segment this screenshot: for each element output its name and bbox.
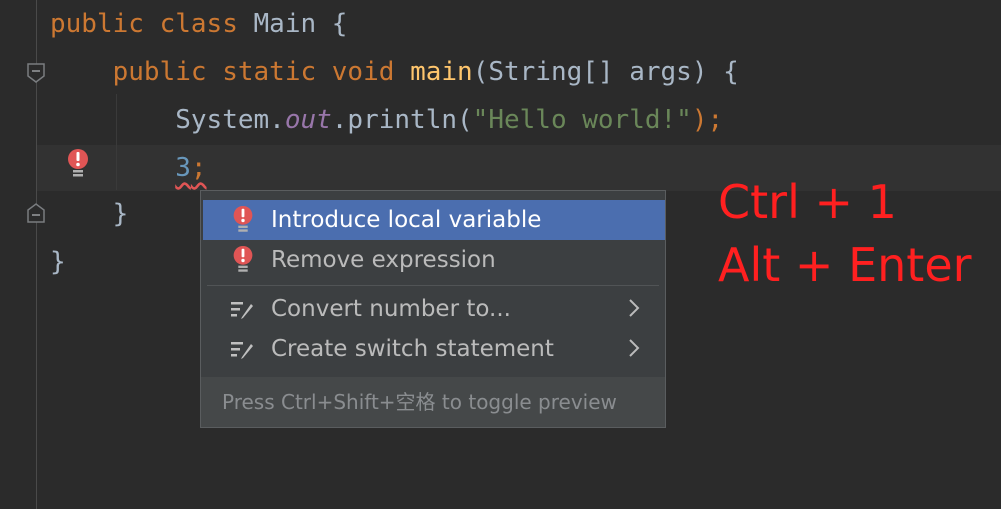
popup-item-create-switch[interactable]: Create switch statement	[203, 329, 665, 369]
keyword: public	[50, 9, 144, 39]
edit-intention-icon	[230, 294, 256, 324]
method-call: .println(	[331, 105, 473, 135]
method-name: main	[410, 57, 473, 87]
fold-end-icon[interactable]	[26, 202, 46, 224]
popup-item-label: Create switch statement	[271, 336, 554, 362]
chevron-right-icon	[629, 339, 640, 357]
popup-separator	[207, 285, 659, 286]
code-line-3[interactable]: System.out.println("Hello world!");	[50, 97, 723, 143]
popup-item-remove-expression[interactable]: Remove expression	[203, 240, 665, 280]
shortcut-annotation: Alt + Enter	[718, 238, 972, 292]
string-literal: "Hello world!"	[472, 105, 692, 135]
popup-item-label: Introduce local variable	[271, 207, 542, 233]
chevron-right-icon	[629, 299, 640, 317]
keyword: class	[159, 9, 238, 39]
keyword: static	[222, 57, 317, 87]
closing-brace: }	[50, 247, 66, 277]
popup-item-introduce-local-variable[interactable]: Introduce local variable	[203, 200, 665, 240]
popup-item-convert-number[interactable]: Convert number to...	[203, 289, 665, 329]
semicolon: ;	[190, 153, 207, 183]
code-line-1[interactable]: public class Main {	[50, 1, 347, 47]
code-line-6[interactable]: }	[50, 239, 66, 285]
statement-end: );	[691, 105, 724, 135]
error-bulb-icon	[230, 205, 256, 235]
params: (String[] args) {	[472, 57, 739, 87]
code-line-2[interactable]: public static void main(String[] args) {	[50, 49, 739, 95]
keyword: public	[112, 57, 207, 87]
popup-item-label: Convert number to...	[271, 296, 511, 322]
object-ref: System.	[175, 105, 285, 135]
closing-brace: }	[112, 199, 129, 229]
popup-item-label: Remove expression	[271, 247, 496, 273]
code-line-4[interactable]: 3;	[50, 145, 207, 191]
brace: {	[331, 9, 348, 39]
keyword: void	[331, 57, 395, 87]
number-literal: 3	[175, 153, 191, 183]
class-name: Main	[253, 9, 317, 39]
code-line-5[interactable]: }	[50, 191, 129, 237]
popup-footer-hint: Press Ctrl+Shift+空格 to toggle preview	[201, 377, 665, 427]
error-bulb-icon	[230, 245, 256, 275]
intention-actions-popup: Introduce local variable Remove expressi…	[200, 190, 666, 428]
fold-collapse-icon[interactable]	[26, 62, 46, 84]
edit-intention-icon	[230, 334, 256, 364]
shortcut-annotation: Ctrl + 1	[718, 175, 897, 229]
field-ref: out	[284, 105, 332, 135]
